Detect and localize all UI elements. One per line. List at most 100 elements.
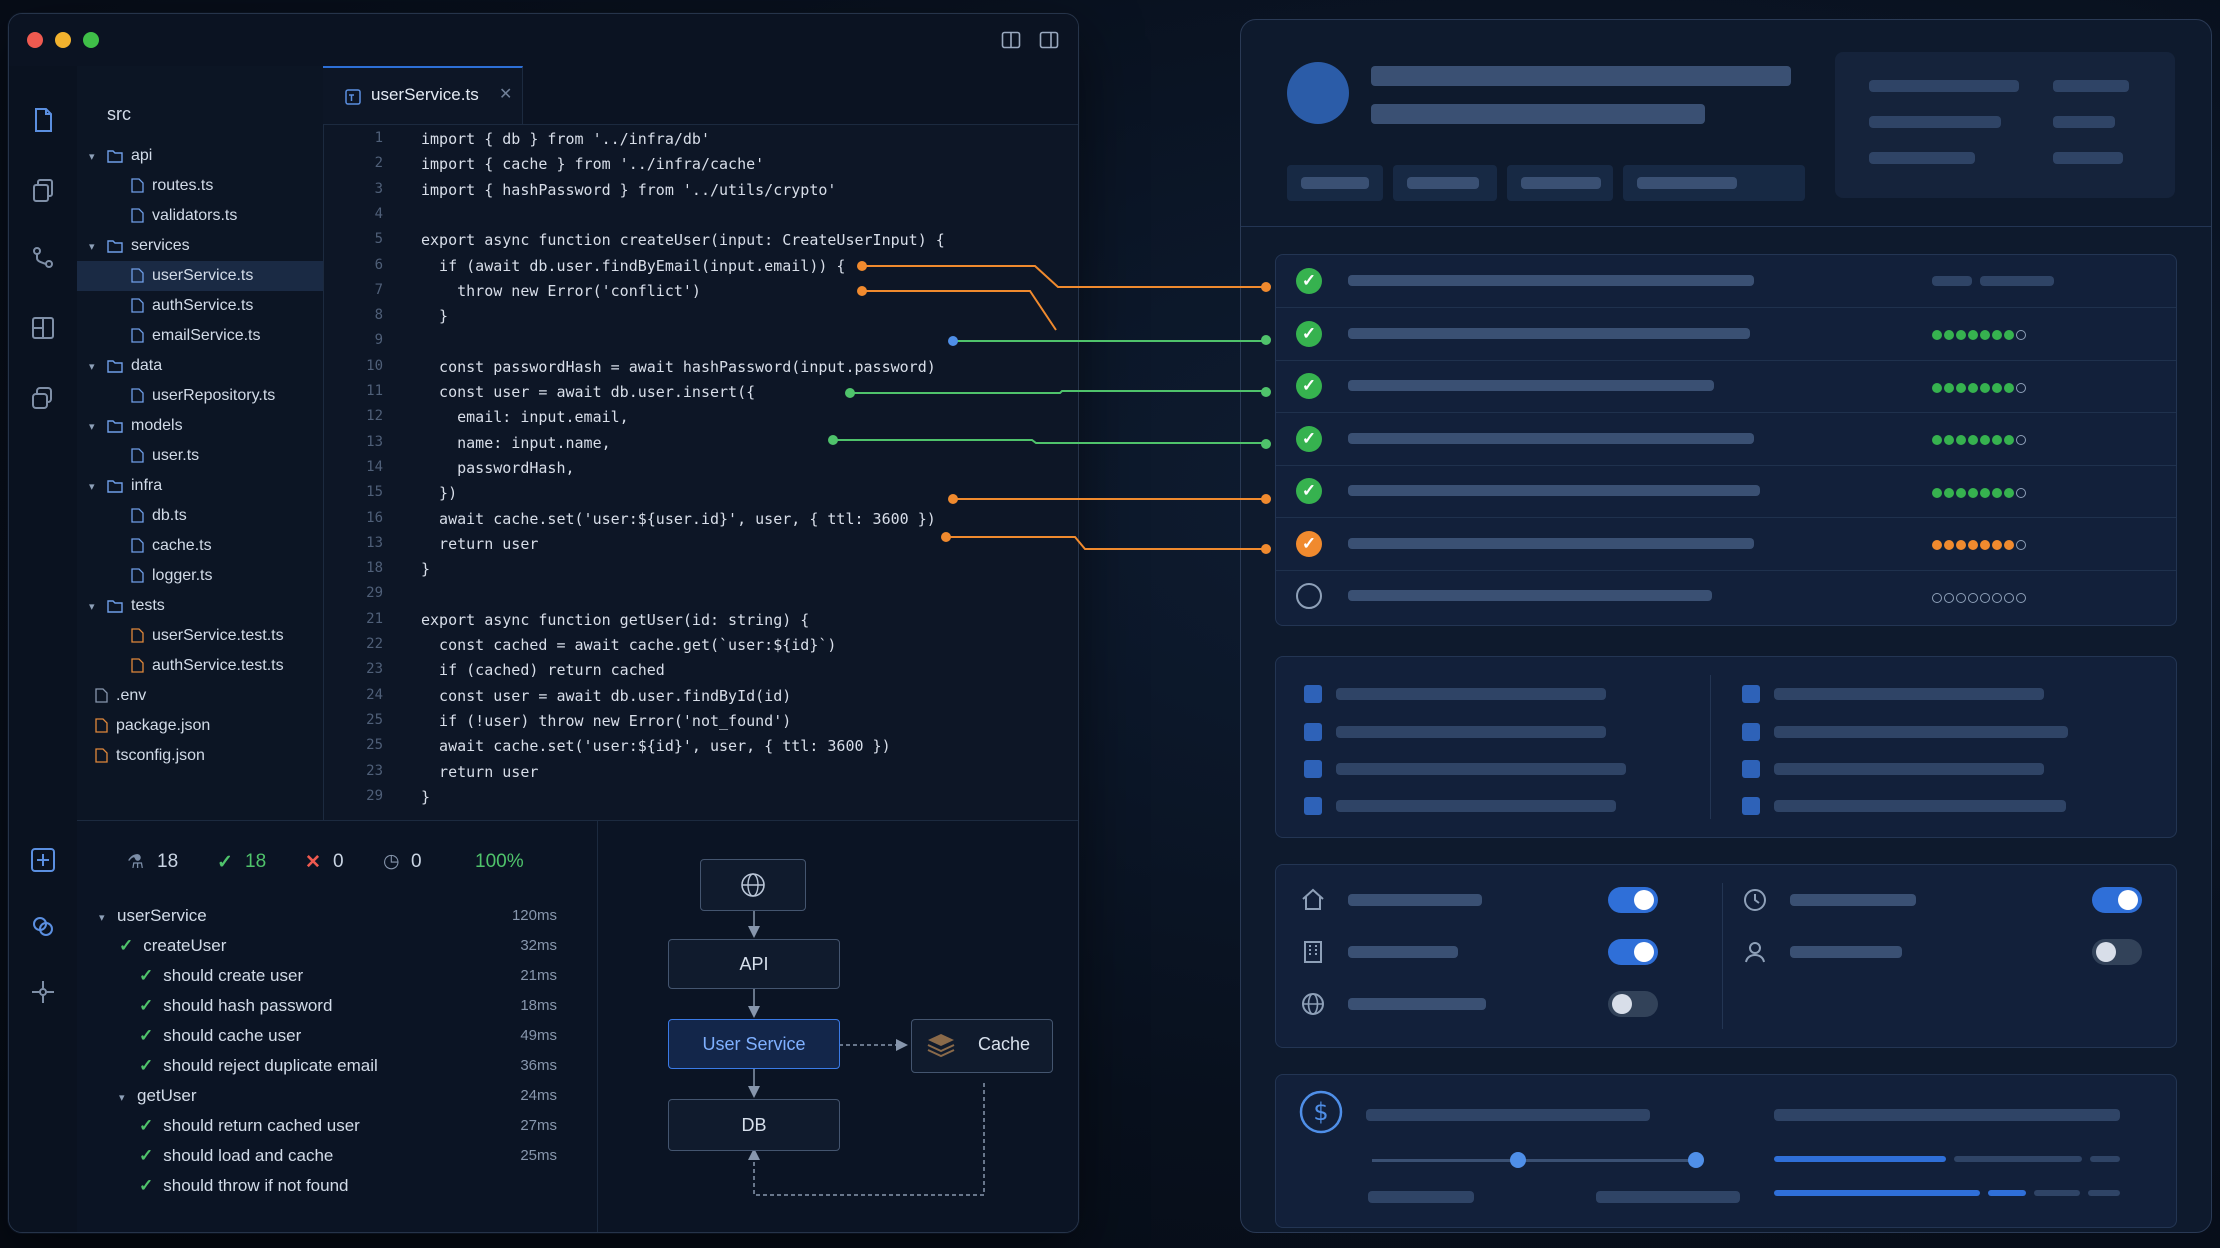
code-line[interactable]: if (await db.user.findByEmail(input.emai… [421, 257, 845, 275]
chevron-down-icon[interactable]: ▾ [89, 232, 101, 262]
code-line[interactable]: import { cache } from '../infra/cache' [421, 155, 764, 173]
copy-icon[interactable] [29, 176, 57, 204]
chevron-down-icon[interactable]: ▾ [89, 352, 101, 382]
cache-node[interactable]: Cache [911, 1019, 1053, 1073]
code-line[interactable]: } [421, 307, 448, 325]
debug-icon[interactable] [29, 912, 57, 940]
code-line[interactable]: name: input.name, [421, 434, 611, 452]
tree-folder[interactable]: ▾ tests [77, 591, 323, 621]
grid-item-marker[interactable] [1304, 797, 1322, 815]
grid-item-marker[interactable] [1304, 685, 1322, 703]
check-circle-icon[interactable]: ✓ [1296, 373, 1322, 399]
checklist-row[interactable]: ✓ [1276, 413, 2176, 466]
header-chip-2[interactable] [1393, 165, 1497, 201]
test-case-row[interactable]: ✓ should throw if not found [77, 1171, 597, 1201]
grid-item-marker[interactable] [1742, 797, 1760, 815]
code-line[interactable]: const user = await db.user.findById(id) [421, 687, 791, 705]
header-chip-4[interactable] [1623, 165, 1805, 201]
tree-file[interactable]: userService.ts [77, 261, 323, 291]
chevron-down-icon[interactable]: ▾ [119, 1083, 131, 1113]
checklist-row[interactable]: ✓ [1276, 518, 2176, 571]
avatar[interactable] [1287, 62, 1349, 124]
test-group-row[interactable]: ▾ userService 120ms [77, 901, 597, 931]
tree-folder[interactable]: ▾ api [77, 141, 323, 171]
code-line[interactable]: } [421, 788, 430, 806]
code-line[interactable]: export async function createUser(input: … [421, 231, 945, 249]
check-circle-icon[interactable]: ✓ [1296, 425, 1322, 452]
tree-file[interactable]: cache.ts [77, 531, 323, 561]
check-circle-icon[interactable]: ✓ [1296, 268, 1322, 294]
files-icon[interactable] [29, 106, 57, 134]
check-circle-icon[interactable]: ✓ [1296, 320, 1322, 347]
header-chip-1[interactable] [1287, 165, 1383, 201]
code-line[interactable]: return user [421, 763, 538, 781]
minimize-window-button[interactable] [55, 32, 71, 48]
code-line[interactable]: if (!user) throw new Error('not_found') [421, 712, 791, 730]
code-area[interactable]: 1 import { db } from '../infra/db' 2 import… [323, 130, 1078, 820]
tree-file[interactable]: .env [77, 681, 323, 711]
test-case-row[interactable]: ✓ should cache user 49ms [77, 1021, 597, 1051]
tree-file[interactable]: user.ts [77, 441, 323, 471]
code-line[interactable]: import { db } from '../infra/db' [421, 130, 710, 148]
close-tab-icon[interactable]: ✕ [499, 84, 512, 104]
tree-file[interactable]: userService.test.ts [77, 621, 323, 651]
grid-item-marker[interactable] [1742, 685, 1760, 703]
empty-circle-icon[interactable] [1296, 583, 1322, 609]
tree-folder[interactable]: ▾ infra [77, 471, 323, 501]
toggle-switch[interactable] [1608, 887, 1658, 913]
api-node[interactable]: API [668, 939, 840, 989]
tree-file[interactable]: routes.ts [77, 171, 323, 201]
code-line[interactable]: email: input.email, [421, 408, 629, 426]
tree-file[interactable]: logger.ts [77, 561, 323, 591]
code-line[interactable]: export async function getUser(id: string… [421, 611, 809, 629]
test-case-row[interactable]: ✓ should reject duplicate email 36ms [77, 1051, 597, 1081]
checklist-row[interactable] [1276, 570, 2176, 622]
tree-file[interactable]: package.json [77, 711, 323, 741]
code-line[interactable]: passwordHash, [421, 459, 574, 477]
tree-file[interactable]: authService.test.ts [77, 651, 323, 681]
code-line[interactable]: const passwordHash = await hashPassword(… [421, 358, 936, 376]
warning-circle-icon[interactable]: ✓ [1296, 530, 1322, 557]
tab-userservice[interactable]: userService.ts ✕ [323, 66, 523, 124]
tree-folder[interactable]: ▾ services [77, 231, 323, 261]
toggle-switch[interactable] [2092, 887, 2142, 913]
toggle-switch[interactable] [1608, 939, 1658, 965]
grid-item-marker[interactable] [1742, 760, 1760, 778]
code-line[interactable]: throw new Error('conflict') [421, 282, 701, 300]
checklist-row[interactable]: ✓ [1276, 360, 2176, 413]
tree-file[interactable]: tsconfig.json [77, 741, 323, 771]
code-line[interactable]: } [421, 560, 430, 578]
code-line[interactable]: return user [421, 535, 538, 553]
chevron-down-icon[interactable]: ▾ [89, 472, 101, 502]
toggle-switch[interactable] [2092, 939, 2142, 965]
check-circle-icon[interactable]: ✓ [1296, 478, 1322, 504]
test-case-row[interactable]: ✓ should create user 21ms [77, 961, 597, 991]
test-case-row[interactable]: ✓ should load and cache 25ms [77, 1141, 597, 1171]
maximize-window-button[interactable] [83, 32, 99, 48]
tree-folder[interactable]: ▾ models [77, 411, 323, 441]
close-window-button[interactable] [27, 32, 43, 48]
add-panel-icon[interactable] [29, 846, 57, 874]
code-line[interactable]: if (cached) return cached [421, 661, 665, 679]
range-slider-low-handle[interactable] [1509, 1152, 1526, 1168]
user-service-node[interactable]: User Service [668, 1019, 840, 1069]
grid-item-marker[interactable] [1304, 760, 1322, 778]
chevron-down-icon[interactable]: ▾ [89, 142, 101, 172]
code-line[interactable]: await cache.set('user:${id}', user, { tt… [421, 737, 891, 755]
code-line[interactable]: await cache.set('user:${user.id}', user,… [421, 510, 936, 528]
split-editor-icon[interactable] [1001, 30, 1021, 50]
checklist-row[interactable]: ✓ [1276, 255, 2176, 308]
code-line[interactable]: }) [421, 484, 457, 502]
sparkle-icon[interactable] [29, 978, 57, 1006]
grid-item-marker[interactable] [1304, 723, 1322, 741]
checklist-row[interactable]: ✓ [1276, 465, 2176, 518]
web-node[interactable] [700, 859, 806, 911]
source-control-icon[interactable] [29, 244, 57, 272]
chevron-down-icon[interactable]: ▾ [89, 412, 101, 442]
tree-file[interactable]: db.ts [77, 501, 323, 531]
test-case-row[interactable]: ✓ should return cached user 27ms [77, 1111, 597, 1141]
grid-item-marker[interactable] [1742, 723, 1760, 741]
extensions-icon[interactable] [29, 314, 57, 342]
chevron-down-icon[interactable]: ▾ [89, 592, 101, 622]
code-line[interactable]: const user = await db.user.insert({ [421, 383, 755, 401]
